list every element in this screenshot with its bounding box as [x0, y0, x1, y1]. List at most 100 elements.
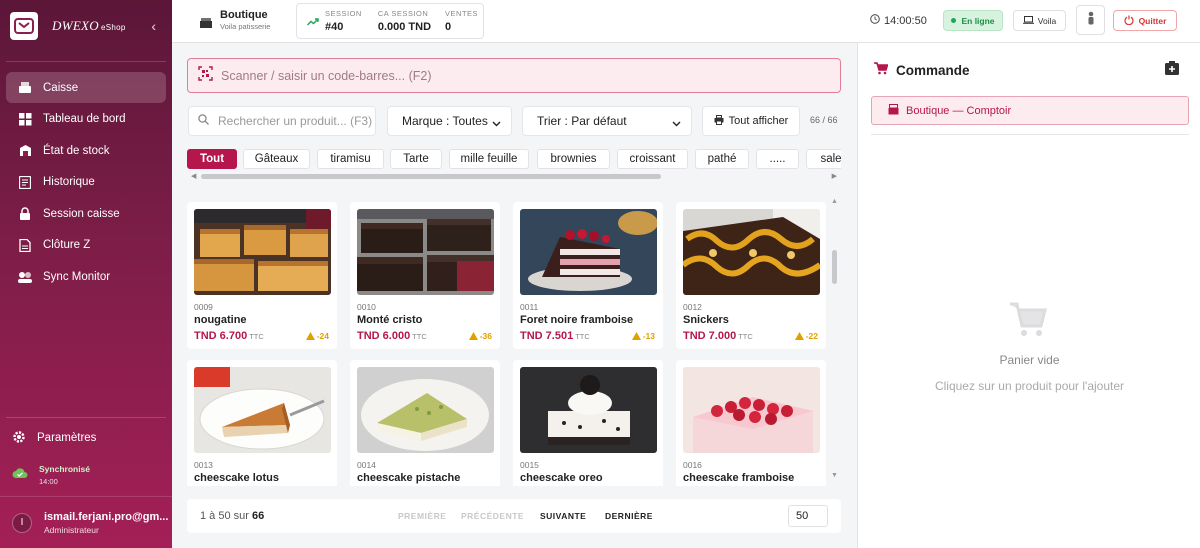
- sort-select[interactable]: Trier : Par défaut: [522, 106, 692, 136]
- first-page-button[interactable]: PREMIÈRE: [398, 511, 446, 521]
- product-card[interactable]: 0013 cheescake lotus: [187, 360, 337, 486]
- avatar: I: [12, 512, 32, 533]
- quit-button[interactable]: Quitter: [1113, 10, 1177, 31]
- sidebar-item-sync-monitor[interactable]: Sync Monitor: [6, 261, 166, 292]
- chip-sale[interactable]: sale: [806, 149, 841, 169]
- grid-scrollbar[interactable]: ▲ ▼: [830, 198, 840, 485]
- product-card[interactable]: 0011 Foret noire framboise TND 7.501 TTC …: [513, 202, 663, 349]
- add-client-icon[interactable]: [1164, 60, 1180, 81]
- store-icon: [200, 15, 212, 28]
- sidebar-item-historique[interactable]: Historique: [6, 167, 166, 198]
- order-title: Commande: [874, 62, 970, 78]
- user-icon: [1087, 11, 1095, 30]
- sidebar-item-session-caisse[interactable]: Session caisse: [6, 198, 166, 229]
- sync-status: Synchronisé 14:00: [0, 458, 172, 490]
- product-card[interactable]: 0010 Monté cristo TND 6.000 TTC -36: [350, 202, 500, 349]
- stock-warning: -24: [305, 331, 329, 341]
- scroll-up-icon[interactable]: ▲: [831, 198, 838, 205]
- voila-label: Voila: [1037, 15, 1057, 26]
- stat-value: #40: [325, 21, 344, 33]
- scroll-left-icon[interactable]: ◀: [191, 172, 196, 180]
- previous-page-button[interactable]: PRÉCÉDENTE: [461, 511, 524, 521]
- product-image: [520, 209, 657, 295]
- store-info: Boutique Voila patisserie: [200, 9, 270, 31]
- sidebar-item-tableau-de-bord[interactable]: Tableau de bord: [6, 104, 166, 135]
- scrollbar-thumb[interactable]: [201, 174, 661, 179]
- scroll-down-icon[interactable]: ▼: [831, 472, 838, 479]
- counter-label: Boutique — Comptoir: [906, 104, 1012, 117]
- scroll-right-icon[interactable]: ▶: [832, 172, 837, 180]
- currency-label: TND: [357, 330, 380, 342]
- sidebar-bottom: Paramètres Synchronisé 14:00 I ismail.fe…: [0, 417, 172, 548]
- product-image: [194, 209, 331, 295]
- sidebar: DWEXO eShop ‹ Caisse Tableau de bord État…: [0, 0, 172, 548]
- scrollbar-thumb[interactable]: [832, 250, 837, 284]
- show-all-button[interactable]: Tout afficher: [702, 106, 800, 136]
- sidebar-item-label: État de stock: [43, 144, 110, 157]
- stock-value: -22: [805, 331, 818, 341]
- user-menu[interactable]: I ismail.ferjani.pro@gm... Administrateu…: [0, 496, 172, 548]
- chevron-down-icon: [672, 117, 681, 131]
- stat-value: 0.000 TND: [377, 21, 432, 33]
- chip-gateaux[interactable]: Gâteaux: [243, 149, 310, 169]
- user-button[interactable]: [1076, 5, 1105, 35]
- product-name: cheescake oreo: [520, 472, 603, 484]
- store-icon: [888, 103, 899, 118]
- dashboard-icon: [18, 112, 32, 126]
- online-label: En ligne: [961, 15, 995, 26]
- settings-button[interactable]: Paramètres: [0, 418, 172, 458]
- sidebar-item-etat-de-stock[interactable]: État de stock: [6, 135, 166, 166]
- cloud-check-icon: [12, 466, 28, 484]
- next-page-button[interactable]: SUIVANTE: [540, 511, 586, 521]
- chip-croissant[interactable]: croissant: [617, 149, 688, 169]
- counter-select-button[interactable]: Boutique — Comptoir: [871, 96, 1189, 125]
- page-size-input[interactable]: 50: [788, 505, 828, 527]
- product-card[interactable]: 0012 Snickers TND 7.000 TTC -22: [676, 202, 826, 349]
- voila-button[interactable]: Voila: [1013, 10, 1066, 31]
- logo-icon: [10, 12, 38, 40]
- stat-label: VENTES: [445, 9, 479, 18]
- chips-scrollbar[interactable]: ◀ ▶: [187, 172, 841, 180]
- clock-icon: [870, 14, 880, 27]
- chevron-down-icon: [492, 117, 501, 131]
- collapse-sidebar-icon[interactable]: ‹: [151, 18, 156, 34]
- sidebar-item-cloture-z[interactable]: Clôture Z: [6, 230, 166, 261]
- chip-mille-feuille[interactable]: mille feuille: [449, 149, 529, 169]
- sidebar-item-caisse[interactable]: Caisse: [6, 72, 166, 103]
- product-image: [683, 367, 820, 453]
- chip-pathe[interactable]: pathé: [695, 149, 749, 169]
- online-status-badge: En ligne: [943, 10, 1003, 31]
- product-name: Foret noire framboise: [520, 314, 634, 326]
- product-card[interactable]: 0015 cheescake oreo: [513, 360, 663, 486]
- product-card[interactable]: 0016 cheescake framboise: [676, 360, 826, 486]
- lock-icon: [18, 206, 32, 221]
- scan-placeholder: Scanner / saisir un code-barres... (F2): [221, 68, 432, 83]
- product-price: TND 6.700 TTC: [194, 330, 264, 342]
- last-page-button[interactable]: DERNIÈRE: [605, 511, 653, 521]
- product-card[interactable]: 0009 nougatine TND 6.700 TTC -24: [187, 202, 337, 349]
- brand-select[interactable]: Marque : Toutes: [387, 106, 512, 136]
- empty-cart-icon: [1008, 299, 1048, 344]
- ttc-label: TTC: [738, 332, 753, 341]
- product-name: cheescake lotus: [194, 472, 279, 484]
- sidebar-item-label: Sync Monitor: [43, 270, 111, 283]
- user-role: Administrateur: [44, 524, 99, 535]
- chip-tarte[interactable]: Tarte: [390, 149, 442, 169]
- product-code: 0011: [520, 302, 539, 312]
- product-count: 66 / 66: [810, 115, 838, 125]
- product-card[interactable]: 0014 cheescake pistache: [350, 360, 500, 486]
- chip-brownies[interactable]: brownies: [537, 149, 610, 169]
- stock-icon: [18, 144, 32, 158]
- chip-more[interactable]: .....: [756, 149, 799, 169]
- stock-value: -13: [642, 331, 655, 341]
- warning-icon: [468, 332, 478, 340]
- product-name: Monté cristo: [357, 314, 423, 326]
- sidebar-nav: Caisse Tableau de bord État de stock His…: [0, 72, 172, 292]
- currency-label: TND: [520, 330, 543, 342]
- printer-icon: [714, 114, 724, 128]
- chip-tout[interactable]: Tout: [187, 149, 237, 169]
- barcode-scan-input[interactable]: Scanner / saisir un code-barres... (F2): [187, 58, 841, 93]
- product-code: 0009: [194, 302, 213, 312]
- chip-tiramisu[interactable]: tiramisu: [317, 149, 384, 169]
- product-search-input[interactable]: Rechercher un produit... (F3): [188, 106, 376, 136]
